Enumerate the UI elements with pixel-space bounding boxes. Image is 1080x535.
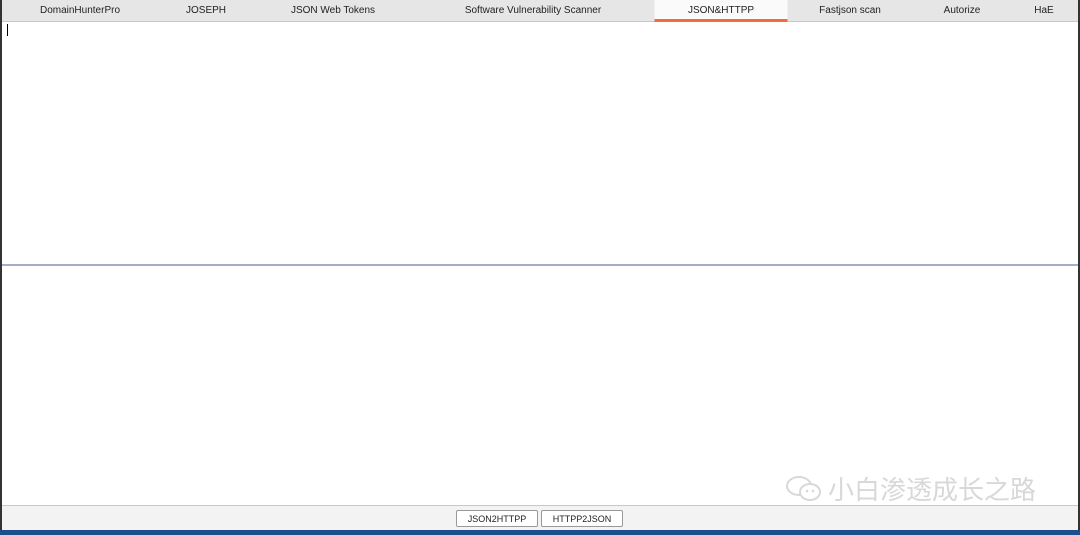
tab-json-web-tokens[interactable]: JSON Web Tokens xyxy=(291,0,375,22)
watermark-text: 小白渗透成长之路 xyxy=(828,476,1037,506)
tab-joseph[interactable]: JOSEPH xyxy=(186,0,226,22)
tab-json-httpp[interactable]: JSON&HTTPP xyxy=(654,0,788,22)
input-text-area[interactable] xyxy=(2,22,1078,265)
json2httpp-button[interactable]: JSON2HTTPP xyxy=(456,510,538,527)
watermark: 小白渗透成长之路 xyxy=(784,470,1036,507)
wechat-icon xyxy=(786,475,821,501)
tab-hae[interactable]: HaE xyxy=(1034,0,1053,22)
httpp2json-button[interactable]: HTTPP2JSON xyxy=(541,510,623,527)
tab-autorize[interactable]: Autorize xyxy=(944,0,981,22)
taskbar-strip xyxy=(0,530,1080,535)
action-bar: JSON2HTTPP HTTPP2JSON xyxy=(2,505,1078,530)
tab-fastjson-scan[interactable]: Fastjson scan xyxy=(819,0,881,22)
text-caret xyxy=(7,24,8,36)
tab-domainhunterpro[interactable]: DomainHunterPro xyxy=(40,0,120,22)
tab-software-vulnerability-scanner[interactable]: Software Vulnerability Scanner xyxy=(465,0,601,22)
extension-tab-bar: DomainHunterPro JOSEPH JSON Web Tokens S… xyxy=(2,0,1078,22)
